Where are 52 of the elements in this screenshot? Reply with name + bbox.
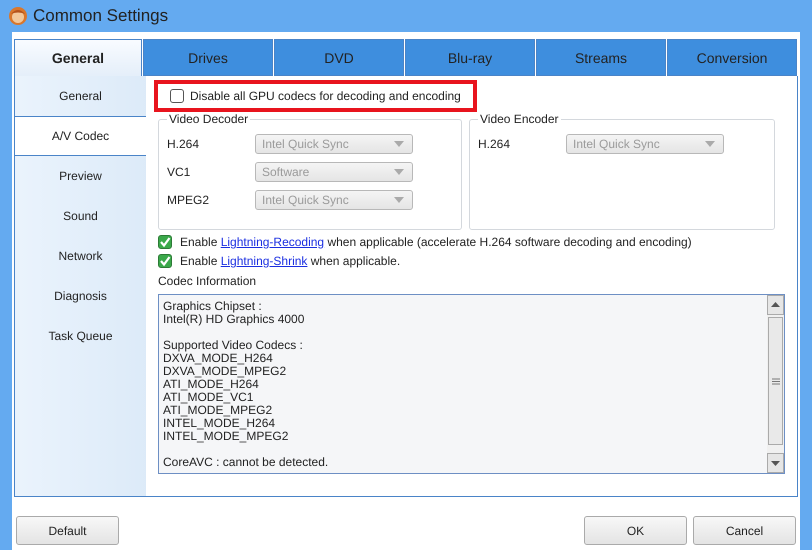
tab[interactable]: Drives (143, 39, 273, 76)
caret-icon (394, 169, 404, 175)
window-title: Common Settings (33, 6, 168, 26)
scrollbar[interactable] (767, 295, 784, 473)
checkbox[interactable] (158, 235, 172, 249)
checkbox[interactable] (170, 89, 184, 103)
scroll-down-button[interactable] (767, 453, 784, 473)
info-line: Graphics Chipset : (163, 300, 263, 313)
info-line: CoreAVC : cannot be detected. (163, 456, 330, 469)
field-label: H.264 (167, 137, 200, 151)
caret-icon (394, 141, 404, 147)
info-line: Intel(R) HD Graphics 4000 (163, 313, 306, 326)
tab[interactable]: Blu-ray (405, 39, 535, 76)
sidebar-item[interactable]: Diagnosis (15, 276, 146, 316)
group-title: Video Decoder (168, 112, 250, 126)
group-title: Video Encoder (479, 112, 560, 126)
option-label: Enable Lightning-Shrink when applicable. (180, 254, 400, 268)
sidebar-item[interactable]: Task Queue (15, 316, 146, 356)
sidebar-item[interactable]: Network (15, 236, 146, 276)
grip-icon (772, 378, 780, 384)
sidebar-item[interactable]: Sound (15, 196, 146, 236)
info-line: Supported Video Codecs : (163, 339, 304, 352)
caret-icon (394, 197, 404, 203)
link[interactable]: Lightning-Shrink (220, 254, 308, 268)
checkbox-label: Disable all GPU codecs for decoding and encoding (190, 89, 461, 103)
field-label: H.264 (478, 137, 512, 151)
info-line: ATI_MODE_VC1 (163, 391, 254, 404)
field-label: MPEG2 (167, 193, 210, 207)
info-line: INTEL_MODE_MPEG2 (163, 430, 290, 443)
tab[interactable]: General (14, 39, 142, 76)
tab[interactable]: Streams (536, 39, 666, 76)
info-line: ATI_MODE_H264 (163, 378, 259, 391)
app-logo-icon (8, 6, 28, 26)
dialog-button[interactable]: Cancel (693, 516, 796, 545)
sidebar-item[interactable]: Preview (15, 156, 146, 196)
tab[interactable]: DVD (274, 39, 404, 76)
dialog-button[interactable]: OK (584, 516, 687, 545)
default-button[interactable]: Default (16, 516, 119, 545)
sidebar-item[interactable]: General (15, 76, 146, 116)
info-line: DXVA_MODE_MPEG2 (163, 365, 288, 378)
info-line: INTEL_MODE_H264 (163, 417, 276, 430)
tab[interactable]: Conversion (667, 39, 797, 76)
info-line: DXVA_MODE_H264 (163, 352, 274, 365)
scroll-up-button[interactable] (767, 295, 784, 315)
caret-icon (705, 141, 715, 147)
field-label: VC1 (167, 165, 192, 179)
section-title: Codec Information (158, 274, 258, 288)
info-line: ATI_MODE_MPEG2 (163, 404, 274, 417)
checkbox[interactable] (158, 254, 172, 268)
link[interactable]: Lightning-Recoding (220, 235, 324, 249)
option-label: Enable Lightning-Recoding when applicable (accelerate H.264 software decoding and encoding) (180, 235, 692, 249)
sidebar-item[interactable]: A/V Codec (15, 116, 146, 156)
